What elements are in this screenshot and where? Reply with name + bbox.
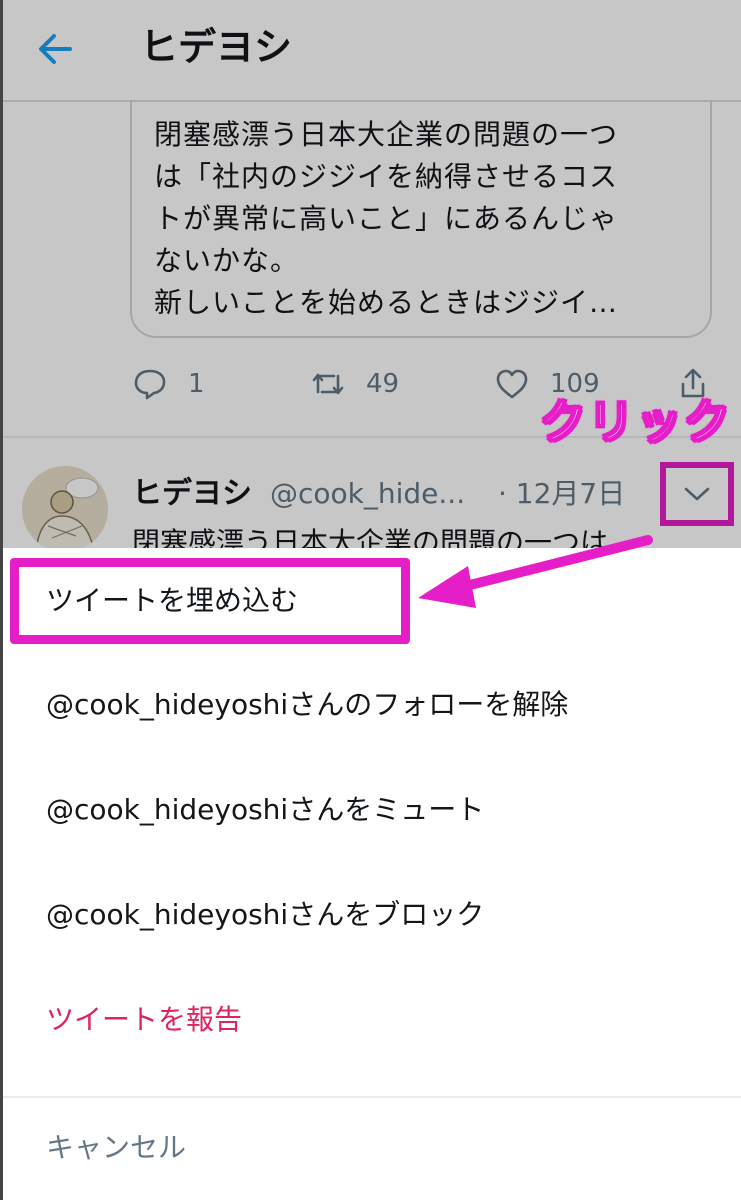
chevron-down-icon: [684, 487, 710, 501]
header-bar: ヒデヨシ: [0, 0, 741, 102]
action-sheet: ツイートを埋め込む @cook_hideyoshiさんのフォローを解除 @coo…: [0, 548, 741, 1200]
arrow-left-icon: [39, 34, 72, 64]
menu-item-mute[interactable]: @cook_hideyoshiさんをミュート: [46, 790, 484, 830]
tweet-menu-button[interactable]: [660, 462, 734, 526]
avatar-portrait-image: [22, 466, 108, 552]
avatar[interactable]: [22, 466, 108, 552]
retweet-icon: [312, 373, 344, 395]
sheet-divider: [0, 1096, 741, 1098]
retweet-button[interactable]: 49: [310, 364, 399, 404]
menu-item-report[interactable]: ツイートを報告: [46, 1000, 242, 1040]
menu-item-block[interactable]: @cook_hideyoshiさんをブロック: [46, 895, 484, 935]
menu-item-unfollow[interactable]: @cook_hideyoshiさんのフォローを解除: [46, 685, 568, 725]
tweet-author-name[interactable]: ヒデヨシ: [132, 474, 252, 514]
tweet-author-handle[interactable]: @cook_hide...: [270, 474, 465, 514]
reply-icon: [134, 369, 166, 400]
page-title: ヒデヨシ: [140, 25, 293, 69]
heart-icon: [496, 369, 528, 399]
window-edge: [0, 0, 3, 1200]
quoted-tweet-text: 閉塞感漂う日本大企業の問題の一つ は「社内のジジイを納得させるコス トが異常に高…: [154, 118, 619, 319]
click-callout-label: クリック: [539, 394, 732, 450]
reply-button[interactable]: 1: [132, 364, 205, 404]
app-root: ヒデヨシ 閉塞感漂う日本大企業の問題の一つ は「社内のジジイを納得させるコス ト…: [0, 0, 741, 1200]
retweet-count: 49: [366, 369, 400, 399]
quoted-tweet-card[interactable]: 閉塞感漂う日本大企業の問題の一つ は「社内のジジイを納得させるコス トが異常に高…: [130, 100, 712, 338]
embed-highlight-box: [10, 558, 410, 644]
cancel-button[interactable]: キャンセル: [46, 1128, 186, 1168]
reply-count: 1: [188, 369, 205, 399]
back-button[interactable]: [30, 22, 84, 76]
tweet-date[interactable]: · 12月7日: [498, 474, 625, 514]
